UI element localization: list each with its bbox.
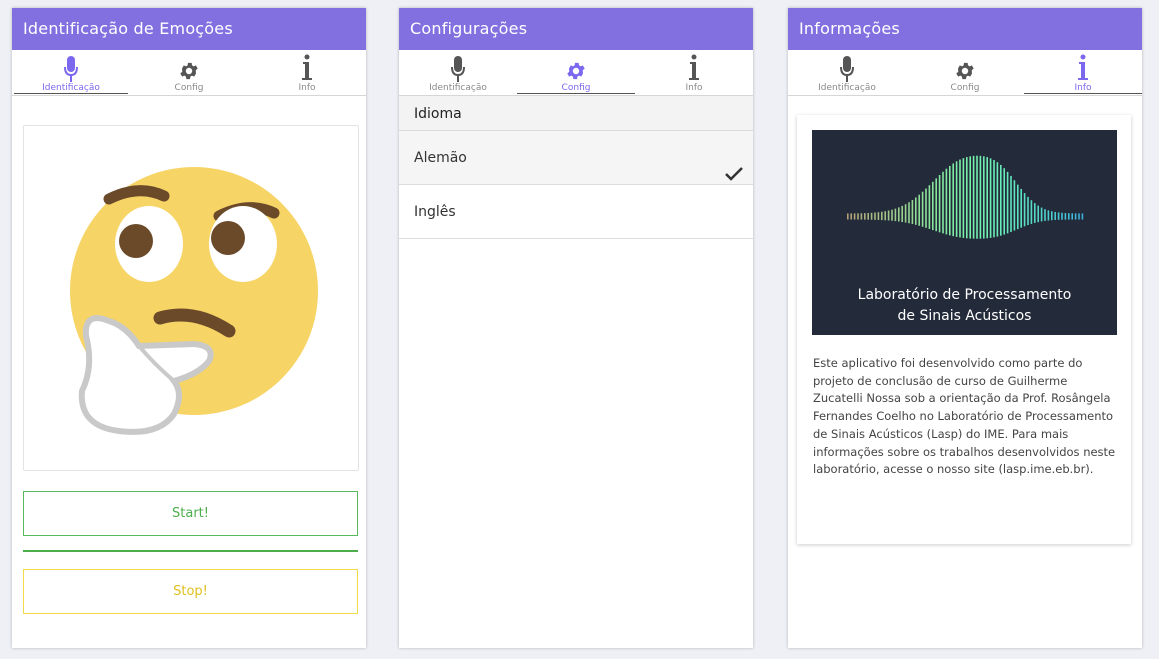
tab-bar: Identificação Config Info [12,50,366,96]
info-screen: Informações Identificação Config Info La… [788,8,1142,648]
tab-label: Info [685,83,703,93]
gear-icon [517,50,635,82]
identification-screen: Identificação de Emoções Identificação C… [12,8,366,648]
stop-button[interactable]: Stop! [23,569,358,614]
option-label: Alemão [414,150,467,166]
soundwave-icon [847,155,1084,239]
tab-identification[interactable]: Identificação [788,50,906,96]
screen-title: Informações [788,8,1142,50]
gear-icon [906,50,1024,82]
language-option-english[interactable]: Inglês [399,185,753,239]
tab-label: Config [174,83,204,93]
tab-info[interactable]: Info [248,50,366,96]
start-button[interactable]: Start! [23,491,358,536]
tab-config[interactable]: Config [906,50,1024,96]
tab-label: Identificação [818,83,876,93]
info-icon [1024,50,1142,82]
progress-line [23,550,358,552]
screen-title: Configurações [399,8,753,50]
tab-config[interactable]: Config [130,50,248,96]
thinking-face-icon [70,167,318,435]
lab-name-line2: de Sinais Acústicos [897,308,1032,324]
microphone-icon [12,50,130,82]
info-card: Laboratório de Processamento de Sinais A… [797,115,1131,544]
microphone-icon [399,50,517,82]
tab-label: Identificação [429,83,487,93]
tab-label: Info [298,83,316,93]
option-label: Inglês [414,204,456,220]
emotion-display-card [23,125,359,471]
language-section-header: Idioma [399,96,753,131]
tab-bar: Identificação Config Info [399,50,753,96]
lab-logo-image: Laboratório de Processamento de Sinais A… [812,130,1117,335]
tab-identification[interactable]: Identificação [12,50,130,96]
about-text: Este aplicativo foi desenvolvido como pa… [813,356,1116,477]
info-icon [635,50,753,82]
tab-config[interactable]: Config [517,50,635,96]
tab-identification[interactable]: Identificação [399,50,517,96]
tab-label: Config [950,83,980,93]
microphone-icon [788,50,906,82]
info-icon [248,50,366,82]
screen-title: Identificação de Emoções [12,8,366,50]
config-screen: Configurações Identificação Config Info … [399,8,753,648]
tab-bar: Identificação Config Info [788,50,1142,96]
tab-info[interactable]: Info [1024,50,1142,96]
language-option-german[interactable]: Alemão [399,131,753,185]
gear-icon [130,50,248,82]
tab-info[interactable]: Info [635,50,753,96]
lab-name-line1: Laboratório de Processamento [857,287,1072,303]
